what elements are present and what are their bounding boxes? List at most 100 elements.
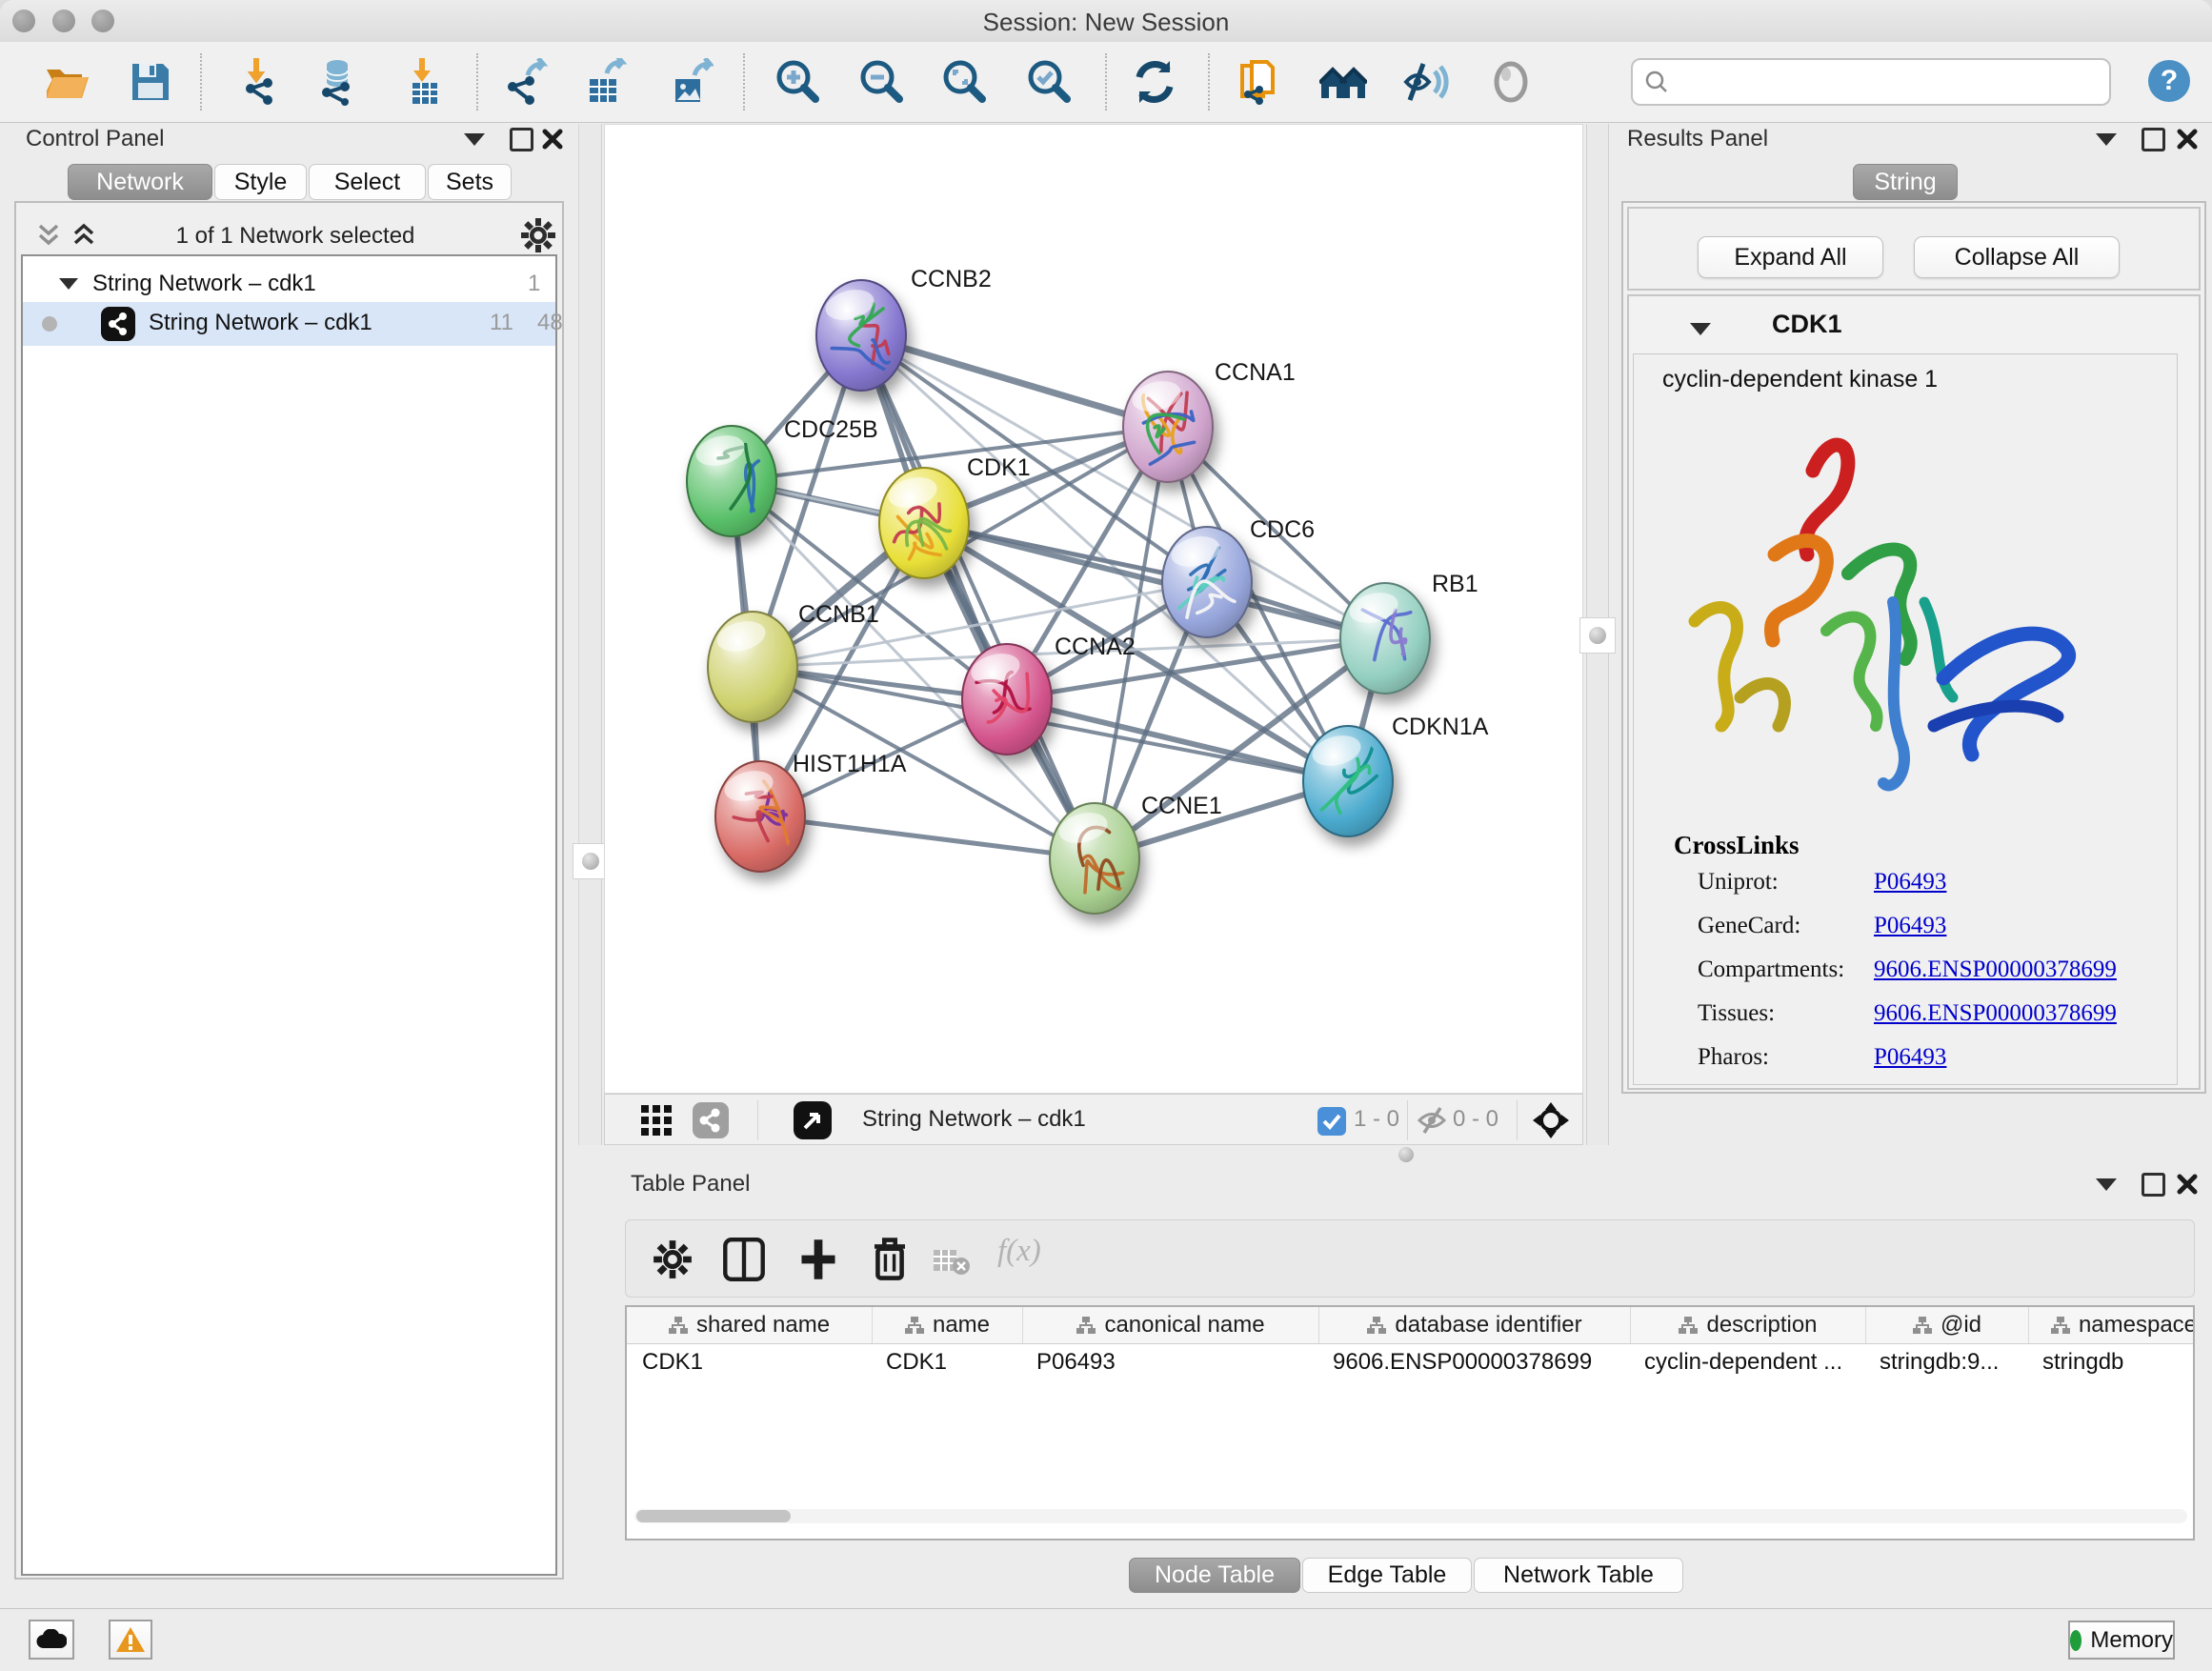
table-cell[interactable]: CDK1 — [873, 1349, 1023, 1383]
table-cell[interactable]: CDK1 — [627, 1349, 873, 1383]
node-CDKN1A[interactable]: CDKN1A — [1303, 714, 1489, 836]
column-header-description[interactable]: description — [1631, 1307, 1866, 1343]
string-home-button[interactable] — [1319, 58, 1367, 106]
table-panel-float-button[interactable] — [2142, 1173, 2165, 1197]
horizontal-splitter[interactable] — [578, 1145, 2212, 1162]
zoom-out-button[interactable] — [858, 58, 906, 106]
node-CCNA1[interactable]: CCNA1 — [1123, 359, 1296, 482]
node-CDK1[interactable]: CDK1 — [879, 454, 1031, 578]
collapse-all-button[interactable]: Collapse All — [1914, 236, 2120, 278]
search-input[interactable] — [1677, 64, 2100, 98]
eye-button[interactable] — [1487, 58, 1535, 106]
table-cell[interactable]: 9606.ENSP00000378699 — [1319, 1349, 1631, 1383]
edge-CCNB2-CCNA1[interactable] — [861, 335, 1168, 427]
genecard-link[interactable]: P06493 — [1874, 913, 1946, 939]
table-panel-close-button[interactable] — [2176, 1173, 2199, 1196]
delete-trash-icon[interactable] — [870, 1236, 910, 1281]
zoom-fit-button[interactable] — [941, 58, 989, 106]
uniprot-link[interactable]: P06493 — [1874, 869, 1946, 896]
show-columns-icon[interactable] — [723, 1238, 765, 1281]
left-splitter[interactable] — [578, 124, 602, 1145]
export-table-button[interactable] — [580, 58, 628, 106]
zoom-selected-button[interactable] — [1026, 58, 1074, 106]
node-HIST1H1A[interactable]: HIST1H1A — [715, 751, 907, 872]
node-label-CDC25B: CDC25B — [784, 416, 878, 443]
tab-network-table[interactable]: Network Table — [1474, 1558, 1683, 1593]
column-header-shared-name[interactable]: shared name — [627, 1307, 873, 1343]
table-cell[interactable]: P06493 — [1023, 1349, 1319, 1383]
table-panel-menu-caret[interactable] — [2096, 1178, 2117, 1191]
tissues-link[interactable]: 9606.ENSP00000378699 — [1874, 1000, 2117, 1027]
collapse-all-chevron-icon[interactable] — [34, 223, 63, 248]
right-splitter-handle[interactable] — [1579, 617, 1616, 654]
control-panel-menu-caret[interactable] — [464, 133, 485, 146]
fit-content-crosshair-icon[interactable] — [1531, 1100, 1571, 1140]
tree-expand-caret[interactable] — [59, 278, 78, 290]
cdk1-collapse-caret[interactable] — [1690, 323, 1711, 335]
table-cell[interactable]: cyclin-dependent ... — [1631, 1349, 1866, 1383]
node-label-HIST1H1A: HIST1H1A — [793, 751, 907, 777]
column-header-canonical-name[interactable]: canonical name — [1023, 1307, 1319, 1343]
horizontal-splitter-handle[interactable] — [1398, 1147, 1414, 1162]
pharos-link[interactable]: P06493 — [1874, 1044, 1946, 1071]
table-row[interactable]: CDK1CDK1P064939606.ENSP00000378699cyclin… — [627, 1349, 2195, 1383]
hidden-eye-icon[interactable] — [1417, 1106, 1447, 1135]
search-field[interactable] — [1631, 58, 2111, 106]
edge-HIST1H1A-CCNE1[interactable] — [760, 816, 1095, 858]
table-hscrollbar-track[interactable] — [634, 1509, 2187, 1523]
zoom-in-button[interactable] — [774, 58, 822, 106]
hide-glass-button[interactable] — [1402, 58, 1450, 106]
create-column-plus-icon[interactable] — [797, 1238, 839, 1281]
results-panel-menu-caret[interactable] — [2096, 133, 2117, 146]
import-table-button[interactable] — [401, 58, 449, 106]
refresh-button[interactable] — [1131, 58, 1178, 106]
open-session-button[interactable] — [43, 58, 90, 106]
cloud-status-button[interactable] — [29, 1620, 74, 1660]
column-header-name[interactable]: name — [873, 1307, 1023, 1343]
compartments-link[interactable]: 9606.ENSP00000378699 — [1874, 956, 2117, 983]
column-header--id[interactable]: @id — [1866, 1307, 2029, 1343]
tab-network[interactable]: Network — [68, 164, 212, 200]
tab-string[interactable]: String — [1853, 164, 1958, 200]
import-network-button[interactable] — [235, 58, 283, 106]
node-CCNE1[interactable]: CCNE1 — [1050, 793, 1222, 914]
save-session-button[interactable] — [127, 58, 174, 106]
control-panel-close-button[interactable] — [541, 128, 564, 151]
node-CCNB2[interactable]: CCNB2 — [816, 266, 992, 391]
memory-button[interactable]: Memory — [2068, 1621, 2175, 1660]
warning-status-button[interactable] — [109, 1620, 152, 1660]
table-hscrollbar-thumb[interactable] — [636, 1510, 791, 1522]
expand-all-chevron-icon[interactable] — [70, 223, 98, 248]
import-network-database-button[interactable] — [313, 58, 361, 106]
network-row-selected[interactable]: String Network – cdk1 11 48 — [23, 302, 555, 346]
column-header-namespace[interactable]: namespace — [2029, 1307, 2195, 1343]
tab-node-table[interactable]: Node Table — [1129, 1558, 1300, 1593]
results-panel-float-button[interactable] — [2142, 128, 2165, 151]
network-collection-row[interactable]: String Network – cdk1 1 — [23, 265, 555, 307]
expand-all-button[interactable]: Expand All — [1698, 236, 1883, 278]
help-button[interactable]: ? — [2146, 58, 2192, 109]
column-header-database-identifier[interactable]: database identifier — [1319, 1307, 1631, 1343]
table-cell[interactable]: stringdb:9... — [1866, 1349, 2029, 1383]
tab-edge-table[interactable]: Edge Table — [1302, 1558, 1472, 1593]
export-image-button[interactable] — [666, 58, 714, 106]
table-cell[interactable]: stringdb — [2029, 1349, 2195, 1383]
open-in-window-icon[interactable] — [794, 1101, 832, 1139]
clone-network-button[interactable] — [1235, 58, 1282, 106]
results-panel-close-button[interactable] — [2176, 128, 2199, 151]
network-graph[interactable]: CCNB2CCNA1CDC25BCDK1CDC6RB1CCNB1CCNA2CDK… — [605, 125, 1582, 1093]
network-options-gear-icon[interactable] — [520, 217, 556, 253]
selected-checkbox-icon[interactable] — [1317, 1107, 1346, 1136]
node-RB1[interactable]: RB1 — [1340, 571, 1478, 694]
control-panel-float-button[interactable] — [510, 128, 533, 151]
node-CDC6[interactable]: CDC6 — [1162, 516, 1315, 637]
tab-style[interactable]: Style — [214, 164, 307, 200]
tab-sets[interactable]: Sets — [428, 164, 512, 200]
network-canvas[interactable]: CCNB2CCNA1CDC25BCDK1CDC6RB1CCNB1CCNA2CDK… — [604, 124, 1583, 1094]
tab-select[interactable]: Select — [309, 164, 426, 200]
table-settings-gear-icon[interactable] — [653, 1239, 693, 1279]
edge-CCNB2-CCNE1[interactable] — [861, 335, 1095, 858]
network-share-toggle-icon[interactable] — [693, 1102, 729, 1138]
export-network-button[interactable] — [501, 58, 549, 106]
birdseye-grid-icon[interactable] — [641, 1105, 674, 1136]
